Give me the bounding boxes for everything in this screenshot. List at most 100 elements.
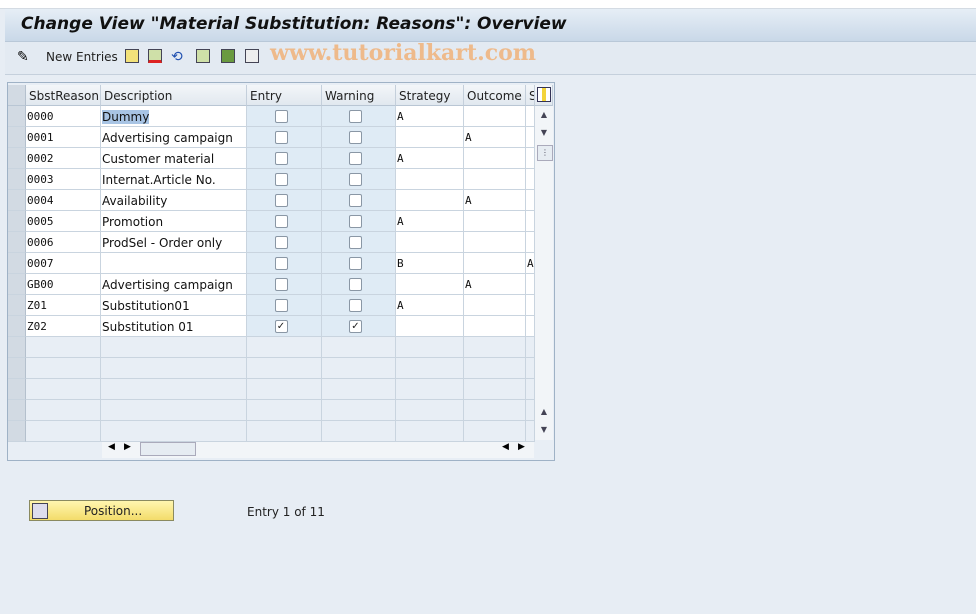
new-entries-button[interactable]: New Entries [46,50,118,66]
cell-warning[interactable] [322,211,396,232]
cell-desc[interactable]: Availability [101,190,247,211]
cell-desc[interactable]: Internat.Article No. [101,169,247,190]
warning-checkbox[interactable] [349,110,362,123]
cell-desc[interactable]: Substitution01 [101,295,247,316]
entry-checkbox[interactable] [274,131,288,144]
cell-desc[interactable] [101,253,247,274]
cell-entry[interactable] [247,274,322,295]
cell-entry[interactable] [247,295,322,316]
cell-entry[interactable] [247,169,322,190]
scroll-up-icon[interactable]: ▲ [537,108,551,122]
row-selector[interactable] [8,253,26,274]
warning-checkbox[interactable] [349,278,362,291]
warning-checkbox[interactable] [349,299,362,312]
cell-entry[interactable] [247,211,322,232]
row-selector[interactable] [8,337,26,358]
cell-warning[interactable] [322,232,396,253]
copy-icon[interactable] [125,49,139,63]
cell-desc[interactable]: Advertising campaign [101,274,247,295]
warning-checkbox[interactable] [349,257,362,270]
column-header-sbstreason[interactable]: SbstReason [26,85,101,106]
table-settings-icon[interactable] [535,85,553,106]
column-header-description[interactable]: Description [101,85,247,106]
cell-desc[interactable]: Dummy [101,106,247,127]
entry-checkbox[interactable] [274,257,288,270]
entry-checkbox[interactable] [274,236,288,249]
select-block-icon[interactable] [221,49,235,63]
cell-warning[interactable]: ✓ [322,316,396,337]
cell-warning[interactable] [322,148,396,169]
row-selector[interactable] [8,358,26,379]
column-header-outcome[interactable]: Outcome [464,85,526,106]
cell-entry[interactable] [247,232,322,253]
cell-warning[interactable] [322,274,396,295]
select-all-icon[interactable] [196,49,210,63]
warning-checkbox[interactable] [349,215,362,228]
cell-entry[interactable]: ✓ [247,316,322,337]
warning-checkbox[interactable] [349,236,362,249]
entry-checkbox[interactable] [274,299,288,312]
row-selector[interactable] [8,400,26,421]
cell-warning[interactable] [322,295,396,316]
cell-desc[interactable]: Advertising campaign [101,127,247,148]
row-selector[interactable] [8,106,26,127]
cell-entry[interactable] [247,127,322,148]
cell-desc[interactable]: Promotion [101,211,247,232]
scroll-right-icon[interactable]: ▶ [124,442,131,452]
entry-checkbox[interactable] [274,194,288,207]
warning-checkbox[interactable] [349,152,362,165]
undo-icon[interactable]: ⟲ [171,49,183,65]
entry-checkbox[interactable] [274,152,288,165]
entry-checkbox[interactable] [274,173,288,186]
position-button[interactable]: Position... [29,500,174,521]
cell-entry[interactable] [247,148,322,169]
warning-checkbox[interactable]: ✓ [349,320,362,333]
entry-checkbox[interactable] [274,278,288,291]
display-change-icon[interactable]: ✎ [17,49,29,65]
warning-checkbox[interactable] [349,194,362,207]
scroll-left-icon[interactable]: ◀ [108,442,115,452]
select-all-rows[interactable] [8,85,26,106]
cell-warning[interactable] [322,169,396,190]
entry-checkbox[interactable] [274,110,288,123]
column-header-warning[interactable]: Warning [322,85,396,106]
row-selector[interactable] [8,211,26,232]
horizontal-scroll-thumb[interactable] [140,442,196,456]
cell-desc[interactable]: Customer material [101,148,247,169]
column-header-s[interactable]: S [526,85,535,106]
scroll-thumb[interactable]: ⋮ [537,145,553,161]
row-selector[interactable] [8,148,26,169]
row-selector[interactable] [8,295,26,316]
column-header-entry[interactable]: Entry [247,85,322,106]
cell-entry[interactable] [247,190,322,211]
scroll-right-end-icon[interactable]: ▶ [518,442,525,452]
row-selector[interactable] [8,169,26,190]
deselect-all-icon[interactable] [245,49,259,63]
cell-warning[interactable] [322,253,396,274]
row-selector[interactable] [8,127,26,148]
page-down-icon[interactable]: ▼ [537,423,551,437]
vertical-scrollbar[interactable]: ▲ ▼ ⋮ ▲ ▼ [535,105,553,440]
cell-warning[interactable] [322,190,396,211]
row-selector[interactable] [8,274,26,295]
warning-checkbox[interactable] [349,173,362,186]
cell-entry[interactable] [247,106,322,127]
row-selector[interactable] [8,421,26,442]
row-selector[interactable] [8,232,26,253]
scroll-left-end-icon[interactable]: ◀ [502,442,509,452]
row-selector[interactable] [8,379,26,400]
entry-checkbox[interactable]: ✓ [274,320,288,333]
cell-warning[interactable] [322,127,396,148]
page-up-icon[interactable]: ▲ [537,405,551,419]
scroll-down-icon[interactable]: ▼ [537,126,551,140]
row-selector[interactable] [8,316,26,337]
cell-desc[interactable]: Substitution 01 [101,316,247,337]
column-header-strategy[interactable]: Strategy [396,85,464,106]
entry-checkbox[interactable] [274,215,288,228]
row-selector[interactable] [8,190,26,211]
cell-desc[interactable]: ProdSel - Order only [101,232,247,253]
cell-entry[interactable] [247,253,322,274]
delete-icon[interactable] [148,49,162,63]
horizontal-scrollbar[interactable]: ◀ ▶ ◀ ▶ [102,440,534,458]
warning-checkbox[interactable] [349,131,362,144]
